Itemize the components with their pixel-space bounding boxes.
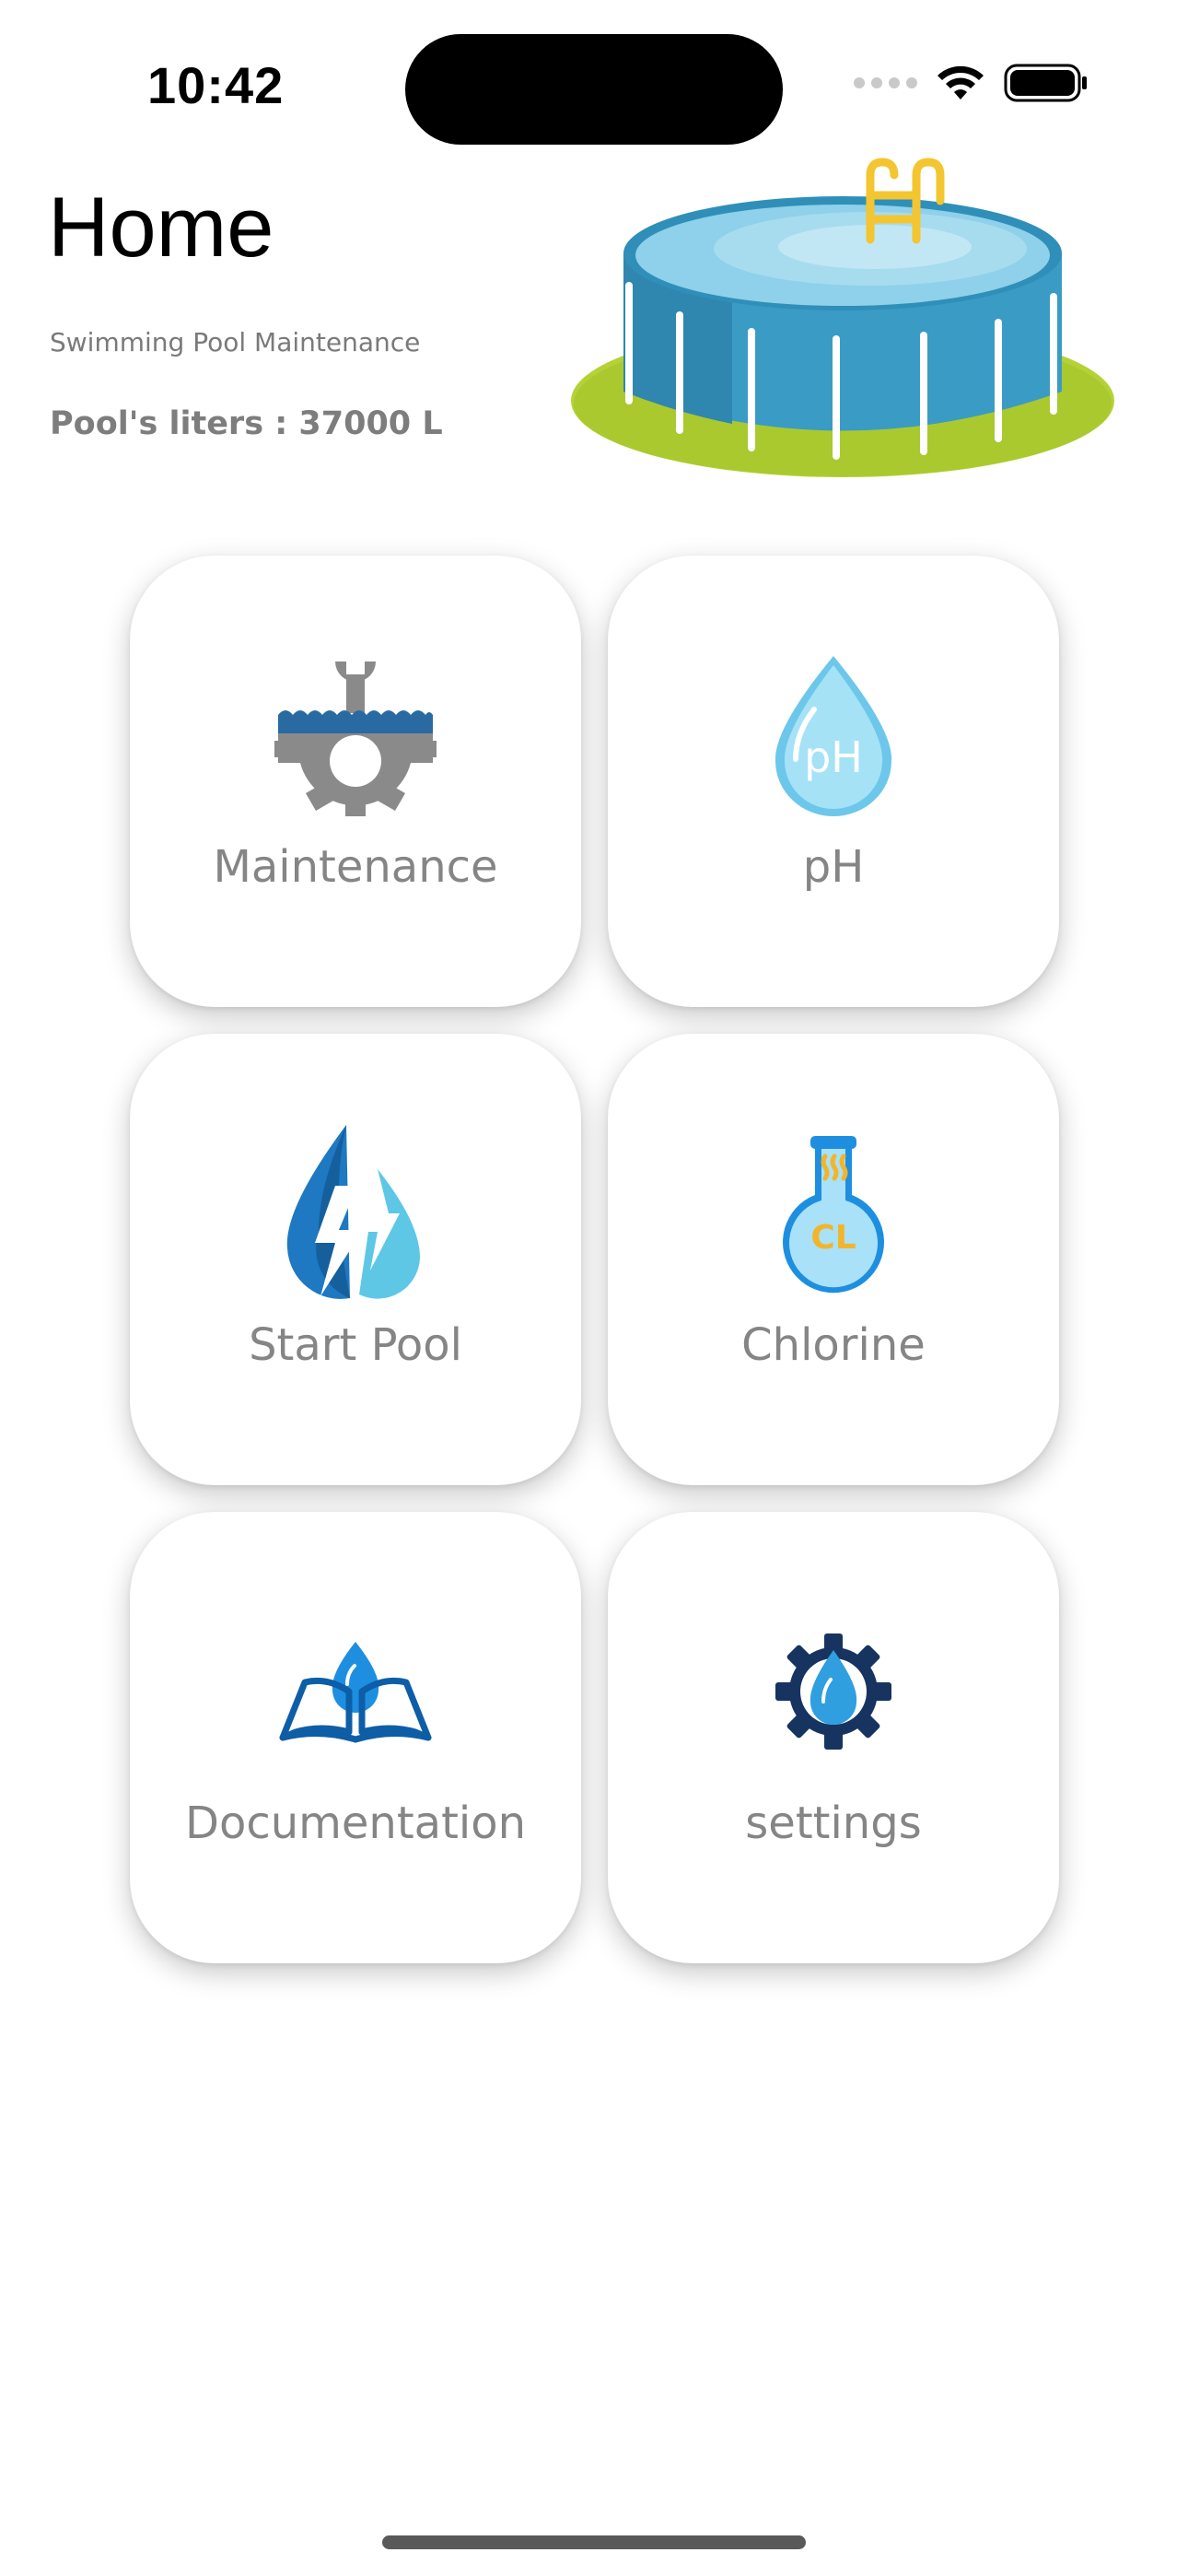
maintenance-gear-wrench-icon [273, 648, 438, 823]
chlorine-icon-text: CL [810, 1219, 856, 1257]
home-indicator[interactable] [382, 2535, 806, 2549]
chlorine-card[interactable]: CL Chlorine [608, 1034, 1059, 1485]
page-subtitle: Swimming Pool Maintenance [50, 327, 421, 357]
lightning-water-drop-icon [273, 1121, 438, 1306]
settings-card[interactable]: settings [608, 1512, 1059, 1963]
cellular-signal-icon [854, 77, 917, 88]
status-bar-time: 10:42 [147, 56, 285, 114]
pool-illustration [571, 158, 1114, 477]
ph-water-drop-icon: pH [751, 648, 916, 823]
pool-liters-text: Pool's liters : 37000 L [50, 405, 443, 442]
gear-water-drop-icon [751, 1622, 916, 1761]
documentation-label: Documentation [184, 1797, 527, 1849]
battery-icon [1004, 64, 1087, 102]
wifi-icon [938, 65, 984, 100]
start-pool-label: Start Pool [249, 1319, 462, 1371]
documentation-card[interactable]: Documentation [130, 1512, 581, 1963]
ph-icon-text: pH [804, 732, 863, 782]
page-title: Home [48, 181, 274, 275]
maintenance-label: Maintenance [213, 841, 498, 893]
chlorine-label: Chlorine [741, 1319, 926, 1371]
settings-label: settings [745, 1797, 922, 1849]
start-pool-card[interactable]: Start Pool [130, 1034, 581, 1485]
status-bar-icons [854, 63, 1089, 103]
dynamic-island [405, 34, 783, 145]
book-water-drop-icon [277, 1622, 434, 1761]
chlorine-flask-icon: CL [751, 1126, 916, 1301]
ph-card[interactable]: pH pH [608, 556, 1059, 1007]
menu-grid: Maintenance pH pH Start Pool CL Chlorine… [130, 556, 1059, 1963]
ph-label: pH [802, 841, 865, 893]
maintenance-card[interactable]: Maintenance [130, 556, 581, 1007]
